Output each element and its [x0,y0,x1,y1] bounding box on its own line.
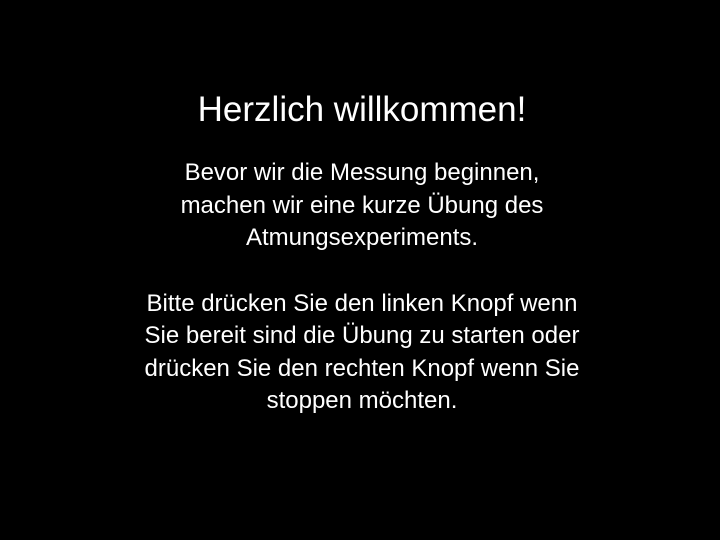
welcome-title: Herzlich willkommen! [197,90,527,129]
instruction-line: drücken Sie den rechten Knopf wenn Sie [144,354,580,382]
intro-line: Bevor wir die Messung beginnen, [184,159,540,186]
intro-line: Atmungsexperiments. [245,224,479,251]
intro-line: machen wir eine kurze Übung des [180,191,544,219]
intro-paragraph: Bevor wir die Messung beginnen, machen w… [4,157,720,255]
instruction-line: Bitte drücken Sie den linken Knopf wenn [146,289,578,317]
welcome-content: Herzlich willkommen! Bevor wir die Messu… [0,88,720,418]
instruction-line: stoppen möchten. [266,387,458,414]
instruction-paragraph: Bitte drücken Sie den linken Knopf wenn … [4,288,720,418]
instruction-line: Sie bereit sind die Übung zu starten ode… [144,322,580,349]
welcome-screen: Herzlich willkommen! Bevor wir die Messu… [0,0,720,540]
